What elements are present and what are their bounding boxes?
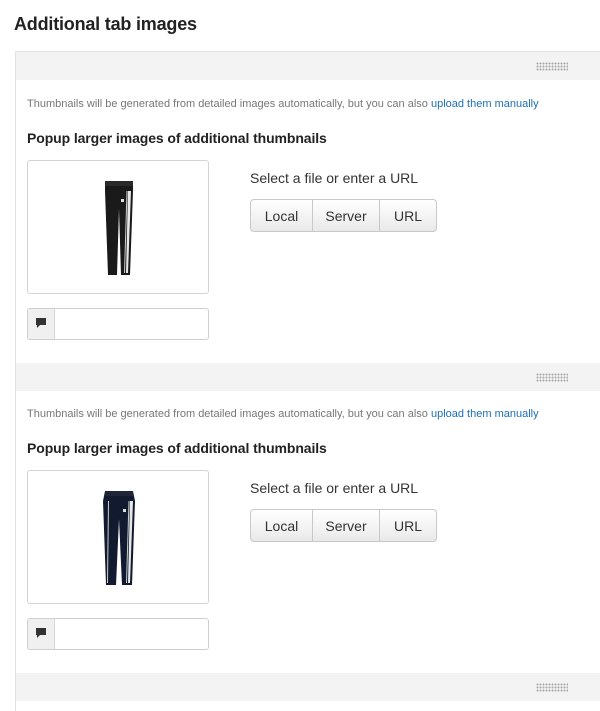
thumbnail-note-text: Thumbnails will be generated from detail… xyxy=(27,408,431,420)
alt-text-field[interactable] xyxy=(27,308,209,340)
upload-manually-link[interactable]: upload them manually xyxy=(431,98,539,110)
track-pants-image xyxy=(103,491,135,585)
thumbnail-note-text: Thumbnails will be generated from detail… xyxy=(27,98,431,110)
image-thumbnail[interactable] xyxy=(27,160,209,294)
server-button[interactable]: Server xyxy=(313,200,380,231)
popup-larger-images-heading: Popup larger images of additional thumbn… xyxy=(27,130,327,146)
upload-manually-link[interactable]: upload them manually xyxy=(431,408,539,420)
additional-images-page: Additional tab images Thumbnails will be… xyxy=(0,0,600,711)
comment-icon xyxy=(36,628,46,638)
drag-handle-bar[interactable] xyxy=(16,363,600,391)
alt-text-input[interactable] xyxy=(55,309,205,339)
drag-grip-icon[interactable] xyxy=(536,683,568,692)
url-button[interactable]: URL xyxy=(380,200,436,231)
drag-grip-icon[interactable] xyxy=(536,62,568,71)
file-source-button-group: Local Server URL xyxy=(250,199,437,232)
image-thumbnail[interactable] xyxy=(27,470,209,604)
drag-handle-bar[interactable] xyxy=(16,52,600,80)
file-source-button-group: Local Server URL xyxy=(250,509,437,542)
alt-text-addon xyxy=(28,309,55,339)
drag-grip-icon[interactable] xyxy=(536,373,568,382)
images-panel: Thumbnails will be generated from detail… xyxy=(15,51,600,711)
alt-text-field[interactable] xyxy=(27,618,209,650)
select-file-label: Select a file or enter a URL xyxy=(250,480,419,496)
local-button[interactable]: Local xyxy=(251,200,313,231)
drag-handle-bar[interactable] xyxy=(16,673,600,701)
local-button[interactable]: Local xyxy=(251,510,313,541)
comment-icon xyxy=(36,318,46,328)
thumbnail-note: Thumbnails will be generated from detail… xyxy=(27,408,539,420)
alt-text-input[interactable] xyxy=(55,619,205,649)
select-file-label: Select a file or enter a URL xyxy=(250,170,419,186)
thumbnail-note: Thumbnails will be generated from detail… xyxy=(27,98,539,110)
popup-larger-images-heading: Popup larger images of additional thumbn… xyxy=(27,440,327,456)
alt-text-addon xyxy=(28,619,55,649)
url-button[interactable]: URL xyxy=(380,510,436,541)
page-title: Additional tab images xyxy=(14,14,197,34)
track-pants-image xyxy=(105,181,133,275)
server-button[interactable]: Server xyxy=(313,510,380,541)
